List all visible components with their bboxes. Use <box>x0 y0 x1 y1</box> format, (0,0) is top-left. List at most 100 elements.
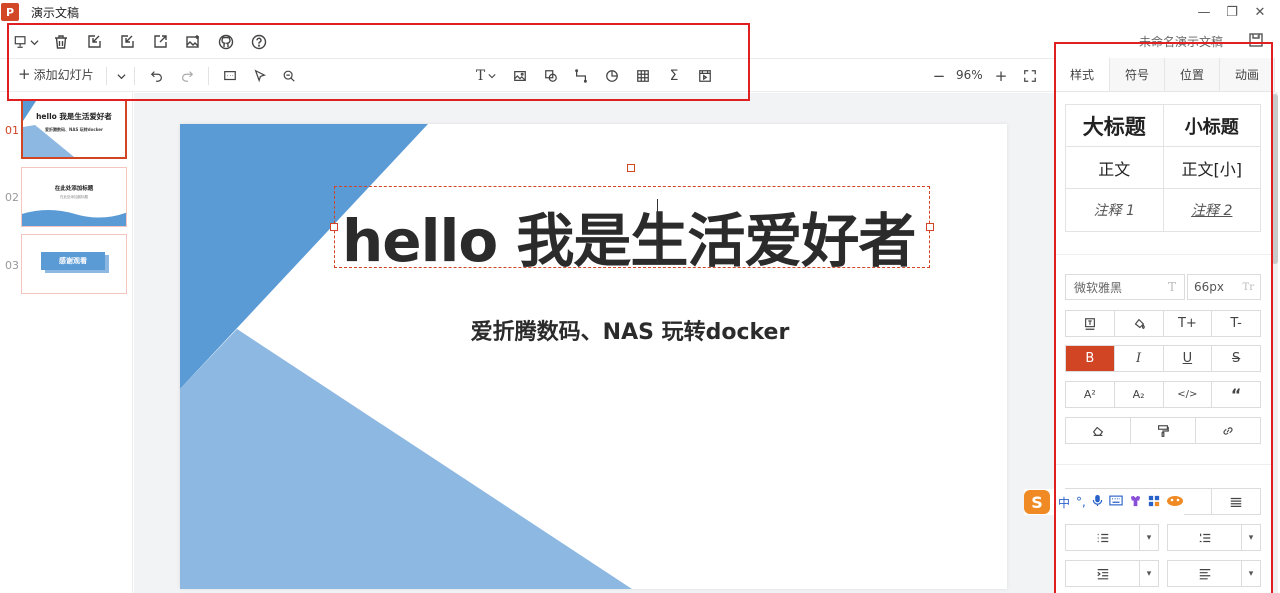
format-painter-button[interactable] <box>1131 418 1196 443</box>
add-slide-dropdown[interactable] <box>110 65 132 87</box>
insert-media-button[interactable] <box>694 65 716 87</box>
font-size-decrease-button[interactable]: T- <box>1212 310 1261 337</box>
tab-animation[interactable]: 动画 <box>1220 58 1275 91</box>
close-button[interactable]: ✕ <box>1246 2 1274 22</box>
zoom-in-button[interactable]: + <box>990 65 1012 87</box>
text-color-button[interactable] <box>1065 310 1115 337</box>
thumbnail-subtitle: 爱折腾数码、NAS 玩转docker <box>45 127 103 132</box>
rotate-handle[interactable] <box>627 164 635 172</box>
canvas-area[interactable]: hello 我是生活爱好者 爱折腾数码、NAS 玩转docker <box>134 93 1054 593</box>
chevron-down-icon[interactable]: ▾ <box>1242 561 1260 586</box>
microphone-icon[interactable] <box>1092 494 1103 510</box>
indent-button[interactable] <box>1066 561 1140 586</box>
highlight-color-button[interactable] <box>1114 310 1164 337</box>
insert-formula-button[interactable]: Σ <box>663 65 685 87</box>
bold-button[interactable]: B <box>1066 346 1115 371</box>
toolbox-icon[interactable] <box>1148 495 1160 510</box>
slide-thumbnail-2[interactable]: 在此处添加标题 在此处添加副标题 <box>21 167 127 227</box>
sogou-logo[interactable]: S <box>1024 490 1050 514</box>
font-family-select[interactable]: 微软雅黑 T <box>1065 274 1185 300</box>
insert-text-button[interactable]: T <box>469 65 503 87</box>
slideshow-button[interactable] <box>8 29 44 55</box>
preset-body-small[interactable]: 正文[小] <box>1164 147 1261 188</box>
superscript-button[interactable]: A² <box>1066 382 1115 407</box>
share-button[interactable] <box>143 29 176 55</box>
insert-image-button[interactable] <box>509 65 531 87</box>
preset-note-2[interactable]: 注释 2 <box>1164 189 1261 231</box>
comment-button[interactable] <box>219 65 241 87</box>
restore-button[interactable]: ❐ <box>1218 2 1246 22</box>
preset-small-title[interactable]: 小标题 <box>1164 105 1261 146</box>
align-justify-button[interactable] <box>1212 489 1260 514</box>
github-button[interactable] <box>209 29 242 55</box>
tab-style[interactable]: 样式 <box>1055 58 1110 91</box>
resize-handle-left[interactable] <box>330 223 338 231</box>
bullet-list-button[interactable] <box>1066 525 1140 550</box>
code-button[interactable]: </> <box>1164 382 1213 407</box>
font-family-value: 微软雅黑 <box>1074 280 1123 295</box>
sigma-icon: Σ <box>669 68 679 84</box>
panel-scrollbar[interactable] <box>1272 92 1278 593</box>
link-icon <box>1223 426 1233 435</box>
undo-button[interactable] <box>146 65 168 87</box>
link-button[interactable] <box>1196 418 1260 443</box>
font-size-select[interactable]: 66px Tr <box>1187 274 1261 300</box>
slide-subtitle[interactable]: 爱折腾数码、NAS 玩转docker <box>340 314 920 346</box>
tab-symbol[interactable]: 符号 <box>1110 58 1165 91</box>
clear-format-button[interactable] <box>1066 418 1131 443</box>
help-button[interactable] <box>242 29 275 55</box>
ime-mode-toggle[interactable]: 中 <box>1058 494 1070 511</box>
chevron-down-icon[interactable]: ▾ <box>1140 561 1158 586</box>
mascot-icon[interactable] <box>1166 495 1184 510</box>
slide-canvas[interactable]: hello 我是生活爱好者 爱折腾数码、NAS 玩转docker <box>180 124 1007 589</box>
minimize-button[interactable]: — <box>1190 2 1218 22</box>
scrollbar-thumb[interactable] <box>1272 94 1278 264</box>
add-slide-button[interactable]: + 添加幻灯片 <box>18 66 94 83</box>
slide-thumbnail-3[interactable]: 感谢观看 <box>21 234 127 294</box>
project-name[interactable]: 未命名演示文稿 <box>1139 33 1223 50</box>
import-button[interactable] <box>77 29 110 55</box>
line-spacing-icon <box>1199 568 1210 579</box>
preset-body[interactable]: 正文 <box>1066 147 1164 188</box>
insert-chart-button[interactable] <box>601 65 623 87</box>
underline-button[interactable]: U <box>1164 346 1213 371</box>
help-icon <box>251 34 266 50</box>
chevron-down-icon <box>116 73 126 79</box>
indent-icon <box>1096 568 1108 579</box>
italic-button[interactable]: I <box>1115 346 1164 371</box>
chevron-down-icon[interactable]: ▾ <box>1242 525 1260 550</box>
zoom-out-button[interactable]: − <box>928 65 950 87</box>
delete-button[interactable] <box>44 29 77 55</box>
ime-punctuation-toggle[interactable]: °, <box>1076 495 1086 509</box>
insert-shape-button[interactable] <box>540 65 562 87</box>
insert-line-button[interactable] <box>570 65 592 87</box>
font-size-increase-button[interactable]: T+ <box>1163 310 1213 337</box>
divider <box>134 67 135 85</box>
preset-note-1[interactable]: 注释 1 <box>1066 189 1164 231</box>
strikethrough-button[interactable]: S <box>1212 346 1260 371</box>
slide-title[interactable]: hello 我是生活爱好者 <box>342 194 918 278</box>
save-button[interactable] <box>1248 32 1264 48</box>
chevron-down-icon[interactable]: ▾ <box>1140 525 1158 550</box>
light-triangle[interactable] <box>180 329 632 589</box>
select-button[interactable] <box>249 65 271 87</box>
redo-button[interactable] <box>176 65 198 87</box>
text-caret <box>657 199 658 263</box>
image-export-icon <box>185 35 199 48</box>
subscript-button[interactable]: A₂ <box>1115 382 1164 407</box>
slide-thumbnail-1[interactable]: hello 我是生活爱好者 爱折腾数码、NAS 玩转docker <box>21 99 127 159</box>
skin-icon[interactable] <box>1129 494 1142 510</box>
tab-position[interactable]: 位置 <box>1165 58 1220 91</box>
export-image-button[interactable] <box>176 29 209 55</box>
resize-handle-right[interactable] <box>926 223 934 231</box>
justify-icon <box>1230 497 1242 507</box>
quote-button[interactable]: “ <box>1212 382 1260 407</box>
line-spacing-button[interactable] <box>1168 561 1242 586</box>
preset-big-title[interactable]: 大标题 <box>1066 105 1164 146</box>
zoom-search-button[interactable] <box>278 65 300 87</box>
keyboard-icon[interactable] <box>1109 495 1123 509</box>
numbered-list-button[interactable] <box>1168 525 1242 550</box>
insert-table-button[interactable] <box>632 65 654 87</box>
fullscreen-button[interactable] <box>1019 65 1041 87</box>
export-button[interactable] <box>110 29 143 55</box>
